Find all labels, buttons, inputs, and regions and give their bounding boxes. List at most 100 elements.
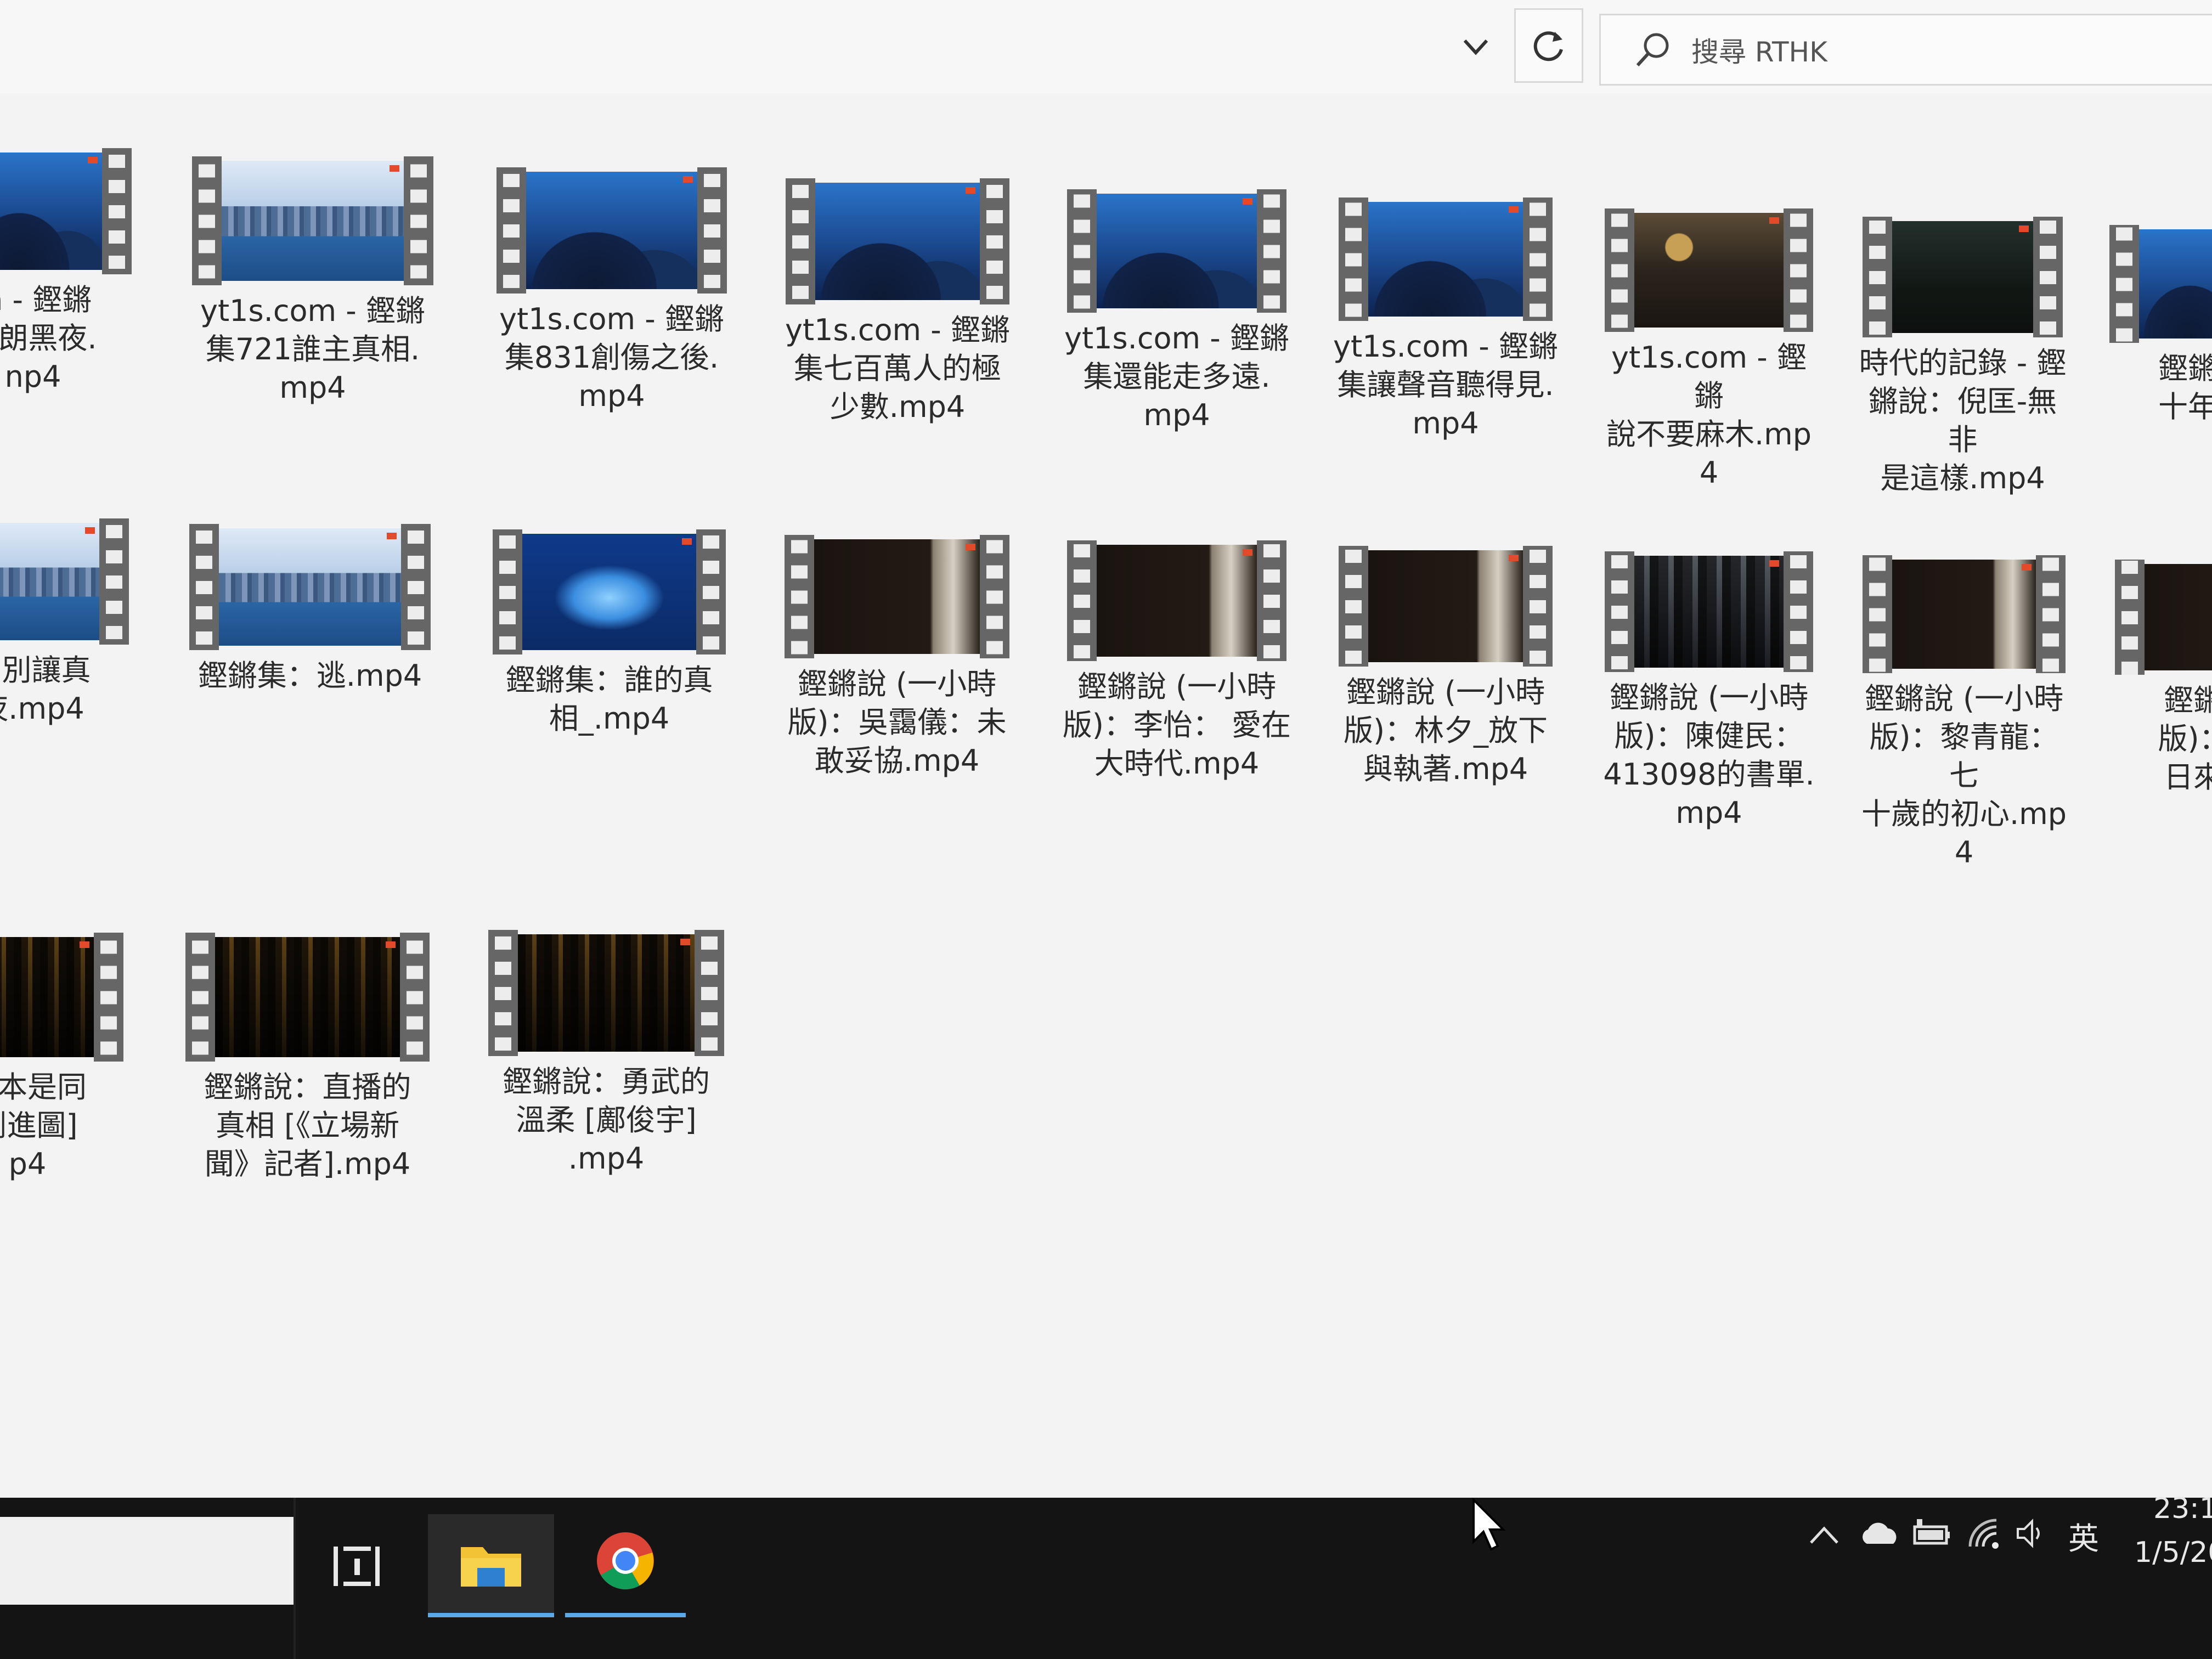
video-thumbnail <box>1339 546 1553 667</box>
video-file-item[interactable]: 鏗鏘說 (一小時 版)：李怡： 愛在 大時代.mp4 <box>1063 540 1291 837</box>
video-thumbnail <box>488 930 724 1056</box>
clock-date[interactable]: 1/5/20 <box>2134 1536 2212 1569</box>
video-file-item[interactable]: yt1s.com - 鏗鏘 集721誰主真相. mp4 <box>192 156 433 461</box>
video-frame <box>2145 564 2212 670</box>
video-file-item[interactable]: ：本是同劏進圖]p4 <box>0 933 123 1237</box>
video-file-item[interactable]: yt1s.com - 鏗鏘 集七百萬人的極 少數.mp4 <box>785 178 1010 480</box>
file-name-label: 鏗鏘說 (一小時 版)：黎青龍：七 十歲的初心.mp4 <box>1861 681 2067 870</box>
video-file-item[interactable]: m - 鏗鏘元朗黑夜.np4 <box>0 148 132 450</box>
film-strip-left <box>1605 208 1634 332</box>
video-file-item[interactable]: 鏗鏘說 (一小時 版)：陳健民： 413098的書單. mp4 <box>1603 551 1815 848</box>
file-name-label: 鏗鏘說 (一小時 版)：吳靄儀：未 敢妥協.mp4 <box>787 667 1007 778</box>
chevron-up-icon[interactable] <box>1808 1524 1841 1546</box>
wifi-icon[interactable] <box>1967 1517 2005 1550</box>
video-file-item[interactable]: yt1s.com - 鏗鏘 集831創傷之後. mp4 <box>496 167 727 469</box>
video-thumbnail <box>185 933 430 1062</box>
video-file-item[interactable]: 鏗鏘說：直播的 真相 [《立場新 聞》記者].mp4 <box>185 933 430 1237</box>
video-frame <box>1097 194 1257 308</box>
search-box[interactable]: 搜尋 RTHK <box>1599 14 2212 86</box>
film-strip-left <box>1863 555 1892 673</box>
film-strip-right <box>94 933 123 1062</box>
file-name-label: ：別讓真夜.mp4 <box>0 653 91 726</box>
video-file-item[interactable]: 鏗鏘說：勇武的 溫柔 [鄺俊宇] .mp4 <box>488 930 724 1232</box>
clock-time[interactable]: 23:18 <box>2153 1492 2212 1525</box>
video-thumbnail <box>1067 540 1286 661</box>
chrome-icon <box>597 1532 654 1589</box>
film-strip-left <box>496 167 526 294</box>
film-strip-right <box>1784 551 1813 672</box>
video-frame <box>0 523 99 640</box>
video-thumbnail <box>786 178 1009 304</box>
file-name-label: 鏗鏘集十年(T <box>2158 351 2212 424</box>
film-strip-left <box>1863 217 1892 337</box>
film-strip-left <box>1339 198 1368 321</box>
video-thumbnail <box>1605 551 1813 672</box>
file-name-label: yt1s.com - 鏗鏘 集七百萬人的極 少數.mp4 <box>785 313 1010 424</box>
task-view-icon[interactable] <box>329 1539 384 1594</box>
film-strip-right <box>697 167 727 294</box>
film-strip-right <box>1523 198 1553 321</box>
file-name-label: yt1s.com - 鏗鏘 說不要麻木.mp4 <box>1606 340 1812 490</box>
film-strip-right <box>401 524 431 650</box>
video-frame <box>526 172 697 289</box>
film-strip-left <box>488 930 518 1056</box>
search-icon <box>1636 33 1669 66</box>
video-file-item[interactable]: yt1s.com - 鏗鏘 集讓聲音聽得見. mp4 <box>1333 198 1558 496</box>
video-thumbnail <box>1339 198 1553 321</box>
film-strip-left <box>1067 540 1097 661</box>
video-frame <box>1634 556 1784 668</box>
film-strip-right <box>980 535 1009 658</box>
search-placeholder: 搜尋 RTHK <box>1691 36 1827 68</box>
video-file-item[interactable]: yt1s.com - 鏗鏘 集還能走多遠. mp4 <box>1064 189 1289 488</box>
film-strip-right <box>695 930 724 1056</box>
video-file-item[interactable]: 鏗鏘集：逃.mp4 <box>189 524 431 826</box>
file-explorer-taskbar-button[interactable] <box>428 1514 554 1617</box>
onedrive-icon[interactable] <box>1857 1520 1901 1547</box>
taskbar: 英 23:18 1/5/20 <box>0 1492 2212 1659</box>
film-strip-left <box>185 933 215 1062</box>
mouse-cursor-icon <box>1472 1498 1506 1551</box>
address-history-dropdown[interactable] <box>1448 25 1503 69</box>
file-name-label: 鏗鏘說 (一小時 版)：陳健民： 413098的書單. mp4 <box>1603 680 1815 830</box>
video-frame <box>1892 221 2033 333</box>
video-file-item[interactable]: 時代的記錄 - 鏗鏘說：倪匡-無非 是這樣.mp4 <box>1859 217 2066 513</box>
file-name-label: yt1s.com - 鏗鏘 集721誰主真相. mp4 <box>200 294 425 405</box>
film-strip-left <box>1605 551 1634 672</box>
video-thumbnail <box>493 529 726 654</box>
video-file-item[interactable]: yt1s.com - 鏗鏘 說不要麻木.mp4 <box>1605 208 1813 507</box>
video-file-item[interactable]: 鏗鏘說 (一小時 版)：林夕_放下 與執著.mp4 <box>1339 546 1553 842</box>
film-strip-left <box>785 535 814 658</box>
film-strip-right <box>696 529 726 654</box>
video-frame <box>1892 560 2036 669</box>
input-method-indicator[interactable]: 英 <box>2068 1514 2099 1559</box>
video-frame <box>2139 229 2212 338</box>
video-file-item[interactable]: 鏗鏘集：誰的真 相_.mp4 <box>493 529 726 830</box>
film-strip-right <box>1523 546 1553 667</box>
video-file-item[interactable]: 鏗鏘說 (一小時 版)：吳靄儀：未 敢妥協.mp4 <box>785 535 1009 834</box>
video-thumbnail <box>1067 189 1286 313</box>
video-thumbnail <box>1605 208 1813 332</box>
video-frame <box>814 539 980 654</box>
video-file-item[interactable]: 鏗鏘說 (一小時 版)：黎青龍：七 十歲的初心.mp4 <box>1861 555 2067 870</box>
taskbar-search-area[interactable] <box>0 1517 294 1605</box>
video-file-item[interactable]: ：別讓真夜.mp4 <box>0 518 129 820</box>
video-thumbnail <box>0 518 129 645</box>
battery-icon[interactable] <box>1909 1517 1953 1550</box>
taskbar-divider <box>294 1498 296 1659</box>
video-file-item[interactable]: 鏗鏘說版)：羅日來臨 <box>2115 560 2212 850</box>
chrome-taskbar-button[interactable] <box>565 1514 686 1617</box>
video-frame <box>815 183 980 300</box>
file-name-label: 鏗鏘說：勇武的 溫柔 [鄺俊宇] .mp4 <box>503 1064 710 1176</box>
video-thumbnail <box>192 156 433 285</box>
film-strip-right <box>102 148 132 274</box>
volume-icon[interactable] <box>2013 1517 2046 1550</box>
refresh-button[interactable] <box>1514 8 1583 83</box>
video-frame <box>1368 550 1523 662</box>
video-thumbnail <box>2109 225 2212 343</box>
video-frame <box>0 153 102 270</box>
film-strip-left <box>2109 225 2139 343</box>
file-name-label: 鏗鏘集：逃.mp4 <box>198 658 422 693</box>
video-file-item[interactable]: 鏗鏘集十年(T <box>2109 225 2212 518</box>
film-strip-right <box>1257 189 1286 313</box>
film-strip-right <box>980 178 1009 304</box>
